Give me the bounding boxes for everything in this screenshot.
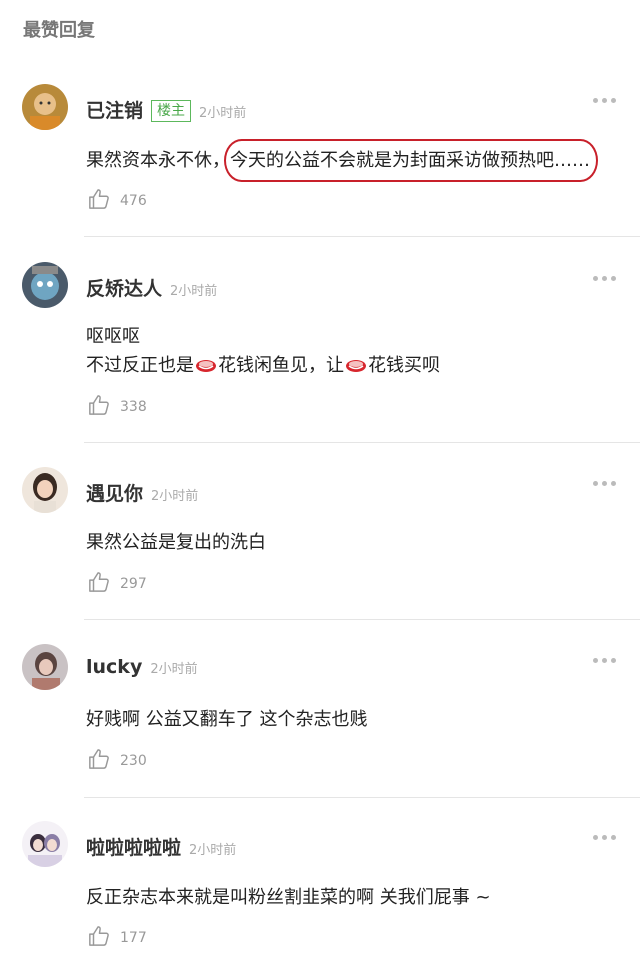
username[interactable]: lucky 2小时前	[86, 656, 198, 678]
thumbs-up-icon	[89, 395, 109, 415]
more-dots-icon[interactable]	[593, 481, 616, 486]
thumbs-up-icon	[89, 749, 109, 769]
like-count: 177	[120, 930, 147, 946]
like-count: 297	[120, 576, 147, 592]
red-envelope-emoji-icon	[346, 360, 366, 372]
section-title: 最赞回复	[23, 20, 95, 41]
thumbs-up-icon	[89, 189, 109, 209]
thumbs-up-icon	[89, 572, 109, 592]
avatar[interactable]	[22, 821, 68, 867]
more-dots-icon[interactable]	[593, 658, 616, 663]
timestamp: 2小时前	[199, 106, 247, 121]
like-count: 338	[120, 399, 147, 415]
username[interactable]: 已注销 楼主 2小时前	[86, 96, 246, 123]
highlighted-text: 今天的公益不会就是为封面采访做预热吧……	[224, 139, 598, 182]
timestamp: 2小时前	[189, 843, 237, 858]
avatar[interactable]	[22, 84, 68, 130]
divider	[84, 236, 640, 237]
comment-text: 好贱啊 公益又翻车了 这个杂志也贱	[86, 709, 368, 730]
comment-text: 果然公益是复出的洗白	[86, 532, 266, 553]
divider	[84, 797, 640, 798]
username[interactable]: 遇见你 2小时前	[86, 479, 198, 506]
username[interactable]: 反矫达人 2小时前	[86, 274, 217, 301]
timestamp: 2小时前	[150, 662, 198, 677]
divider	[84, 619, 640, 620]
comment-text-line: 呕呕呕	[86, 326, 140, 347]
more-dots-icon[interactable]	[593, 276, 616, 281]
divider	[84, 442, 640, 443]
comment-text: 反正杂志本来就是叫粉丝割韭菜的啊 关我们屁事 ~	[86, 887, 491, 908]
avatar[interactable]	[22, 467, 68, 513]
like-button[interactable]: 177	[88, 925, 147, 947]
red-envelope-emoji-icon	[196, 360, 216, 372]
timestamp: 2小时前	[151, 489, 199, 504]
timestamp: 2小时前	[170, 284, 218, 299]
comment-text-line: 不过反正也是 花钱闲鱼见，让 花钱买呗	[86, 355, 440, 376]
like-button[interactable]: 476	[88, 188, 147, 210]
thumbs-up-icon	[89, 926, 109, 946]
avatar[interactable]	[22, 262, 68, 308]
like-button[interactable]: 338	[88, 394, 147, 416]
more-dots-icon[interactable]	[593, 98, 616, 103]
like-count: 230	[120, 753, 147, 769]
like-button[interactable]: 297	[88, 571, 147, 593]
like-count: 476	[120, 193, 147, 209]
comment-text: 果然资本永不休，今天的公益不会就是为封面采访做预热吧……	[86, 139, 598, 182]
like-button[interactable]: 230	[88, 748, 147, 770]
more-dots-icon[interactable]	[593, 835, 616, 840]
op-badge: 楼主	[151, 100, 192, 122]
username[interactable]: 啦啦啦啦啦 2小时前	[86, 833, 236, 860]
avatar[interactable]	[22, 644, 68, 690]
